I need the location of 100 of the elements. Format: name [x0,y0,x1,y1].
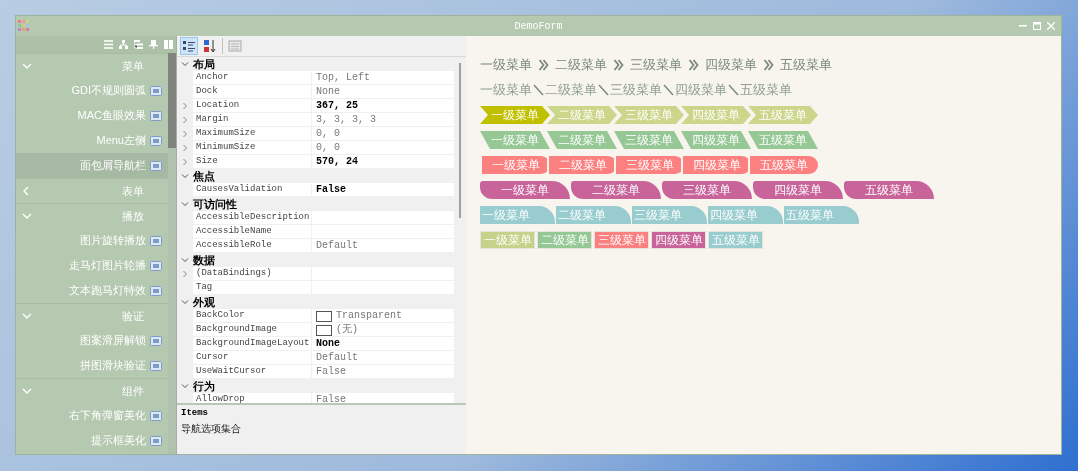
breadcrumb-link[interactable]: 五级菜单 [740,80,792,100]
maximize-icon[interactable] [1033,22,1041,30]
chevron-down-icon [181,382,189,390]
breadcrumb-item[interactable]: 三级菜单 [614,131,684,149]
description-text: 导航选项集合 [181,421,242,436]
sidebar-item[interactable]: 面包屑导航栏 [16,153,168,178]
property-value[interactable]: 3, 3, 3, 3 [312,113,454,127]
breadcrumb-item[interactable]: 一级菜单 [480,231,535,249]
sidebar-item[interactable]: 提示框美化 [16,428,168,453]
window-icon [150,159,162,172]
breadcrumb-item[interactable]: 四级菜单 [681,156,751,174]
breadcrumb-tab[interactable]: 二级菜单 [571,181,661,199]
breadcrumb-item[interactable]: 三级菜单 [594,231,649,249]
pin-icon[interactable] [149,40,158,49]
minimize-icon[interactable] [1019,22,1027,30]
breadcrumb-link[interactable]: 一级菜单 [480,55,532,75]
double-chevron-icon [613,59,624,71]
list-icon[interactable] [104,40,113,49]
chevron-down-icon [22,212,32,220]
property-value[interactable]: 0, 0 [312,141,454,155]
property-name: Margin [193,113,312,127]
sidebar-item[interactable]: 图案滑屏解锁 [16,328,168,353]
breadcrumb-link[interactable]: 二级菜单 [555,55,607,75]
slash-icon [728,84,739,96]
window-icon [150,134,162,147]
breadcrumb-tab[interactable]: 三级菜单 [632,206,707,224]
category-header[interactable]: 外观 [177,295,454,309]
category-header[interactable]: 焦点 [177,169,454,183]
breadcrumb-item[interactable]: 一级菜单 [480,131,550,149]
sidebar-item[interactable]: 右下角弹窗美化 [16,403,168,428]
breadcrumb-link[interactable]: 二级菜单 [545,80,597,100]
breadcrumb-link[interactable]: 三级菜单 [610,80,662,100]
sidebar-item[interactable]: 拼图滑块验证 [16,353,168,378]
breadcrumb-item[interactable]: 二级菜单 [547,156,617,174]
window-icon [150,284,162,297]
property-name: MinimumSize [193,141,312,155]
breadcrumb-item[interactable]: 四级菜单 [681,131,751,149]
breadcrumb-item[interactable]: 二级菜单 [547,131,617,149]
breadcrumb-tab[interactable]: 三级菜单 [662,181,752,199]
close-icon[interactable] [1047,22,1055,30]
breadcrumb-tab[interactable]: 一级菜单 [480,206,555,224]
hierarchy-icon[interactable] [119,40,128,49]
sidebar-item[interactable]: 文本跑马灯特效 [16,278,168,303]
categorized-view-button[interactable] [180,37,198,55]
tree-icon[interactable] [134,40,143,49]
color-swatch [316,324,332,336]
property-value[interactable]: Default [312,351,454,365]
property-name: Cursor [193,351,312,365]
breadcrumb-item[interactable]: 二级菜单 [537,231,592,249]
breadcrumb-item[interactable]: 二级菜单 [547,106,617,124]
sidebar-item[interactable]: 图片旋转播放 [16,228,168,253]
breadcrumb-link[interactable]: 四级菜单 [705,55,757,75]
chevron-down-icon [22,312,32,320]
property-name: BackColor [193,309,312,323]
category-header[interactable]: 数据 [177,253,454,267]
property-name: Dock [193,85,312,99]
scrollbar[interactable] [454,57,466,403]
breadcrumb-item[interactable]: 五级菜单 [708,231,763,249]
window-icon [150,234,162,247]
breadcrumb-item[interactable]: 三级菜单 [614,106,684,124]
breadcrumb-tab[interactable]: 五级菜单 [784,206,859,224]
property-value[interactable]: Top, Left [312,71,454,85]
breadcrumb-item[interactable]: 五级菜单 [748,156,818,174]
breadcrumb-tab[interactable]: 四级菜单 [708,206,783,224]
double-chevron-icon [538,59,549,71]
breadcrumb-link[interactable]: 五级菜单 [780,55,832,75]
breadcrumb-link[interactable]: 三级菜单 [630,55,682,75]
property-value[interactable]: None [312,85,454,99]
breadcrumb-item[interactable]: 一级菜单 [480,156,550,174]
breadcrumb-tab[interactable]: 二级菜单 [556,206,631,224]
breadcrumb-tab[interactable]: 五级菜单 [844,181,934,199]
breadcrumb-link[interactable]: 四级菜单 [675,80,727,100]
property-pages-button[interactable] [226,37,244,55]
category-header[interactable]: 行为 [177,379,454,393]
breadcrumb-item[interactable]: 五级菜单 [748,131,818,149]
property-value[interactable]: 0, 0 [312,127,454,141]
property-name: AccessibleDescription [193,211,312,225]
breadcrumb-item[interactable]: 三级菜单 [614,156,684,174]
sidebar-item[interactable]: MAC鱼眼效果 [16,103,168,128]
slash-icon [533,84,544,96]
scrollbar[interactable] [168,53,176,454]
columns-icon[interactable] [164,40,173,49]
category-header[interactable]: 可访问性 [177,197,454,211]
property-value[interactable]: 367, 25 [312,99,454,113]
breadcrumb-tab[interactable]: 四级菜单 [753,181,843,199]
color-swatch [316,310,332,322]
breadcrumb-item[interactable]: 四级菜单 [651,231,706,249]
breadcrumb-tab[interactable]: 一级菜单 [480,181,570,199]
category-header[interactable]: 布局 [177,57,454,71]
chevron-down-icon [181,172,189,180]
breadcrumb-item[interactable]: 五级菜单 [748,106,818,124]
window-icon [150,434,162,447]
description-title: Items [181,407,209,420]
property-value[interactable]: None [312,337,454,351]
sidebar-item[interactable]: Menu左侧 [16,128,168,153]
sidebar-item[interactable]: 走马灯图片轮播 [16,253,168,278]
breadcrumb-item[interactable]: 一级菜单 [480,106,550,124]
breadcrumb-item[interactable]: 四级菜单 [681,106,751,124]
breadcrumb-link[interactable]: 一级菜单 [480,80,532,100]
sidebar-item[interactable]: GDI不规则圆弧 [16,78,168,103]
